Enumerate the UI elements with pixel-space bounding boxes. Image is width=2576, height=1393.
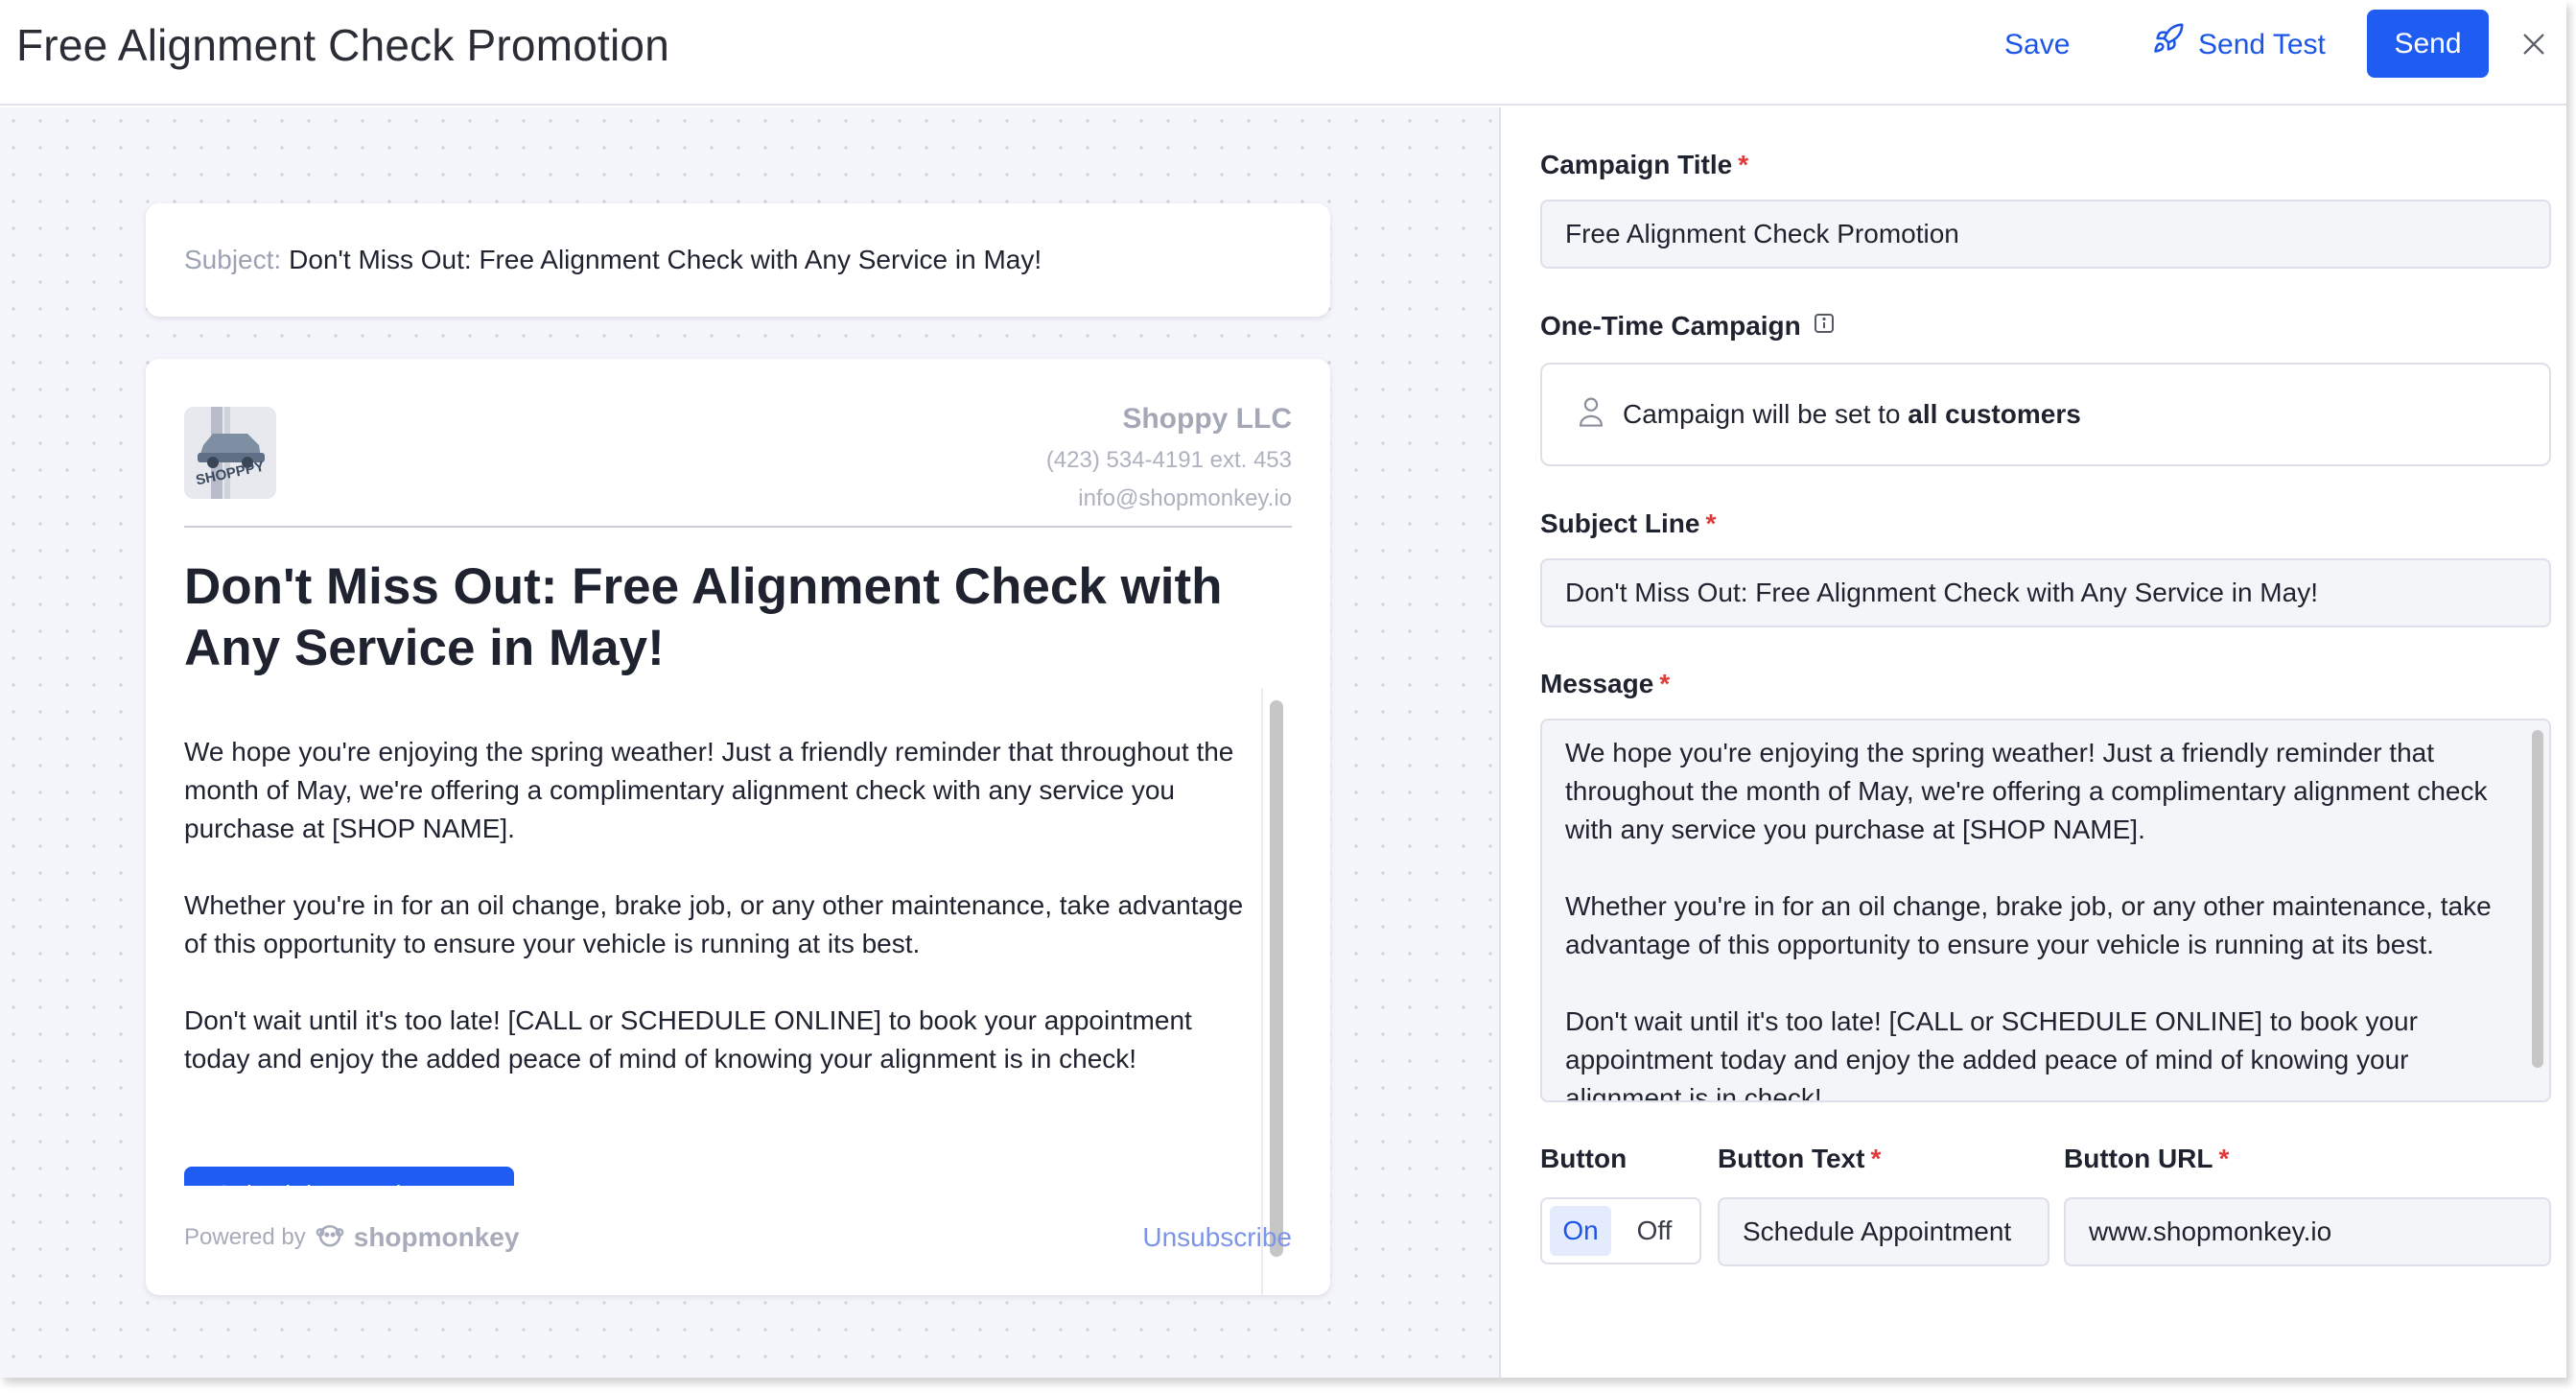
subject-line-input[interactable]: Don't Miss Out: Free Alignment Check wit… <box>1540 558 2551 627</box>
scrollbar-track <box>1261 689 1263 1295</box>
one-time-campaign-label: One-Time Campaign <box>1540 311 1836 342</box>
button-text-label-text: Button Text <box>1718 1144 1865 1173</box>
subject-line-label: Subject Line * <box>1540 508 1716 539</box>
campaign-title-label-text: Campaign Title <box>1540 150 1733 179</box>
email-paragraph: Whether you're in for an oil change, bra… <box>184 890 1244 958</box>
page-title: Free Alignment Check Promotion <box>16 20 669 70</box>
campaign-form: Campaign Title * Free Alignment Check Pro… <box>1503 107 2566 1378</box>
shop-email: info@shopmonkey.io <box>1078 485 1292 511</box>
toggle-on-option[interactable]: On <box>1550 1206 1611 1256</box>
email-divider <box>184 526 1292 528</box>
shopmonkey-logo-icon <box>316 1220 344 1256</box>
preview-subject-text: Don't Miss Out: Free Alignment Check wit… <box>289 245 1042 274</box>
required-mark: * <box>1738 150 1749 179</box>
audience-text: Campaign will be set to all customers <box>1623 399 2081 430</box>
button-url-input[interactable]: www.shopmonkey.io <box>2064 1197 2551 1266</box>
message-paragraph: We hope you're enjoying the spring weath… <box>1565 738 2488 844</box>
brand-name: shopmonkey <box>353 1222 520 1252</box>
message-textarea[interactable]: We hope you're enjoying the spring weath… <box>1540 719 2551 1102</box>
subject-line-label-text: Subject Line <box>1540 508 1700 538</box>
email-paragraph: Don't wait until it's too late! [CALL or… <box>184 1005 1192 1074</box>
button-text-input[interactable]: Schedule Appointment <box>1718 1197 2049 1266</box>
button-text-label: Button Text * <box>1718 1144 1881 1174</box>
email-scrollbar[interactable] <box>1261 689 1292 1295</box>
button-url-label: Button URL * <box>2064 1144 2229 1174</box>
shop-contact-info: Shoppy LLC (423) 534-4191 ext. 453 info@… <box>1046 397 1292 518</box>
powered-by: Powered by shopmonkey <box>184 1220 519 1256</box>
email-preview-card: SHOPPPY Shoppy LLC (423) 534-4191 ext. 4… <box>146 359 1330 1295</box>
subject-prefix: Subject: <box>184 245 282 274</box>
audience-target: all customers <box>1908 399 2081 429</box>
button-on-off-toggle[interactable]: On Off <box>1540 1197 1701 1264</box>
shop-name: Shoppy LLC <box>1122 403 1292 435</box>
button-url-label-text: Button URL <box>2064 1144 2213 1173</box>
powered-by-label: Powered by <box>184 1224 306 1250</box>
campaign-editor-window: Free Alignment Check Promotion Save Send… <box>0 0 2566 1378</box>
required-mark: * <box>2218 1144 2230 1173</box>
required-mark: * <box>1659 669 1671 698</box>
email-heading: Don't Miss Out: Free Alignment Check wit… <box>184 558 1223 676</box>
person-icon <box>1577 395 1605 435</box>
message-paragraph: Don't wait until it's too late! [CALL or… <box>1565 1006 2418 1102</box>
close-icon[interactable] <box>2517 27 2551 61</box>
shop-logo: SHOPPPY <box>184 407 276 499</box>
email-body[interactable]: Don't Miss Out: Free Alignment Check wit… <box>184 556 1258 1186</box>
message-label-text: Message <box>1540 669 1654 698</box>
send-test-button[interactable]: Send Test <box>2152 23 2326 67</box>
campaign-title-label: Campaign Title * <box>1540 150 1748 180</box>
info-icon[interactable] <box>1813 311 1836 342</box>
send-test-rocket-icon <box>2152 22 2185 68</box>
email-footer: Powered by shopmonkey Unsubscribe <box>184 1215 1292 1261</box>
button-toggle-label: Button <box>1540 1144 1628 1173</box>
campaign-audience-box[interactable]: Campaign will be set to all customers <box>1540 363 2551 466</box>
message-scrollbar-thumb[interactable] <box>2532 730 2543 1068</box>
save-button[interactable]: Save <box>2004 23 2070 67</box>
unsubscribe-link[interactable]: Unsubscribe <box>1142 1222 1292 1253</box>
toggle-off-option[interactable]: Off <box>1621 1206 1688 1256</box>
one-time-campaign-label-text: One-Time Campaign <box>1540 311 1801 341</box>
audience-prefix: Campaign will be set to <box>1623 399 1901 429</box>
send-test-label: Send Test <box>2198 29 2326 60</box>
email-preview-pane: Subject: Don't Miss Out: Free Alignment … <box>0 107 1501 1378</box>
send-button[interactable]: Send <box>2367 10 2489 78</box>
schedule-appointment-button[interactable]: Schedule Appointment <box>184 1167 515 1186</box>
email-paragraph: We hope you're enjoying the spring weath… <box>184 737 1234 843</box>
required-mark: * <box>1705 508 1717 538</box>
message-content: We hope you're enjoying the spring weath… <box>1565 734 2509 1102</box>
required-mark: * <box>1870 1144 1882 1173</box>
scrollbar-thumb[interactable] <box>1270 700 1283 1257</box>
message-paragraph: Whether you're in for an oil change, bra… <box>1565 891 2492 959</box>
preview-subject-card: Subject: Don't Miss Out: Free Alignment … <box>146 203 1330 317</box>
campaign-title-input[interactable]: Free Alignment Check Promotion <box>1540 200 2551 269</box>
shop-phone: (423) 534-4191 ext. 453 <box>1045 447 1292 473</box>
message-label: Message * <box>1540 669 1670 699</box>
header-bar: Free Alignment Check Promotion Save Send… <box>0 0 2566 106</box>
